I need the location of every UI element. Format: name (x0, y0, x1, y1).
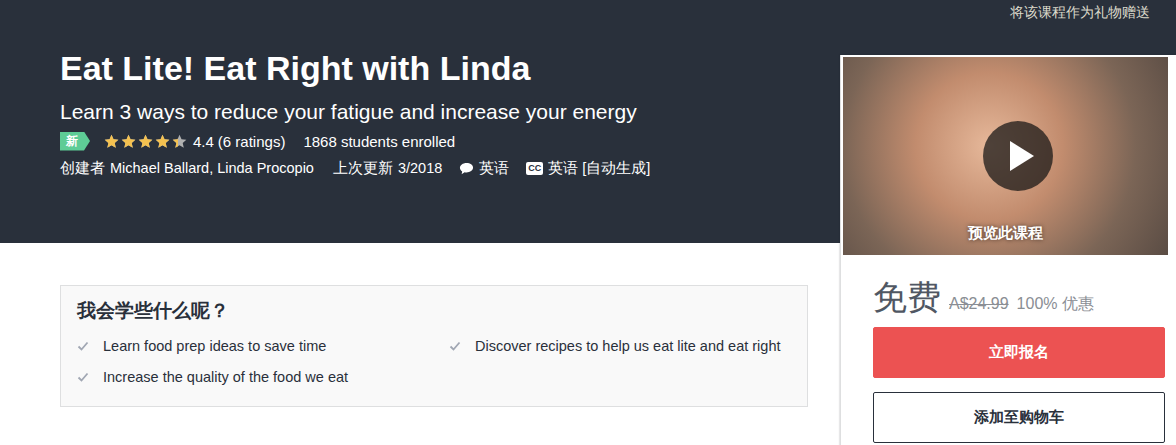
speech-bubble-icon (459, 161, 474, 176)
closed-captions-icon: CC (526, 162, 543, 175)
star-full-icon (121, 134, 136, 149)
star-icon (121, 134, 136, 149)
enroll-button[interactable]: 立即报名 (873, 327, 1165, 378)
original-price: A$24.99 (949, 295, 1009, 313)
course-page: 将该课程作为礼物赠送Eat Lite! Eat Right with Linda… (0, 0, 1176, 445)
star-full-icon (155, 134, 170, 149)
learn-item: Increase the quality of the food we eat (77, 367, 419, 388)
enrolled-count: 1868 students enrolled (303, 133, 455, 150)
star-icon (155, 134, 170, 149)
gift-row: 将该课程作为礼物赠送 (60, 0, 1176, 26)
card-body: 免费 A$24.99 100% 优惠立即报名添加至购物车 (841, 255, 1176, 443)
star-fill (121, 134, 136, 149)
star-fill (138, 134, 153, 149)
updated-date: 3/2018 (398, 160, 442, 176)
captions: 英语 [自动生成] (548, 159, 650, 178)
learn-list: Learn food prep ideas to save time Discov… (77, 336, 791, 388)
course-preview[interactable]: 预览此课程 (843, 57, 1168, 255)
purchase-card: 预览此课程免费 A$24.99 100% 优惠立即报名添加至购物车 (840, 55, 1176, 445)
play-icon[interactable] (983, 121, 1053, 191)
check-icon (77, 371, 89, 383)
star-fill (104, 134, 119, 149)
add-to-cart-button[interactable]: 添加至购物车 (873, 392, 1165, 443)
price: 免费 (873, 275, 941, 321)
star-icon (104, 134, 119, 149)
gift-link[interactable]: 将该课程作为礼物赠送 (1010, 4, 1150, 22)
star-empty-icon (172, 134, 187, 149)
learn-item: Discover recipes to help us eat lite and… (449, 336, 791, 357)
new-badge: 新 (60, 132, 90, 151)
star-fill (172, 134, 178, 149)
star-full-icon (172, 134, 178, 149)
star-rating (104, 134, 187, 149)
updated-label: 上次更新 (333, 159, 393, 178)
language: 英语 (479, 159, 509, 178)
learn-box: 我会学些什么呢？ Learn food prep ideas to save ti… (60, 285, 808, 407)
rating-value: 4.4 (193, 133, 214, 150)
star-icon (172, 134, 187, 149)
price-row: 免费 A$24.99 100% 优惠 (873, 275, 1166, 319)
ratings-count: (6 ratings) (218, 133, 286, 150)
check-icon (449, 340, 461, 352)
check-icon (77, 340, 89, 352)
star-fill (155, 134, 170, 149)
star-full-icon (104, 134, 119, 149)
discount: 100% 优惠 (1017, 294, 1094, 315)
created-by-label: 创建者 (60, 159, 105, 178)
star-full-icon (138, 134, 153, 149)
authors[interactable]: Michael Ballard, Linda Procopio (110, 160, 314, 176)
star-icon (138, 134, 153, 149)
preview-label[interactable]: 预览此课程 (843, 224, 1168, 243)
learn-heading: 我会学些什么呢？ (77, 298, 791, 324)
learn-item: Learn food prep ideas to save time (77, 336, 419, 357)
